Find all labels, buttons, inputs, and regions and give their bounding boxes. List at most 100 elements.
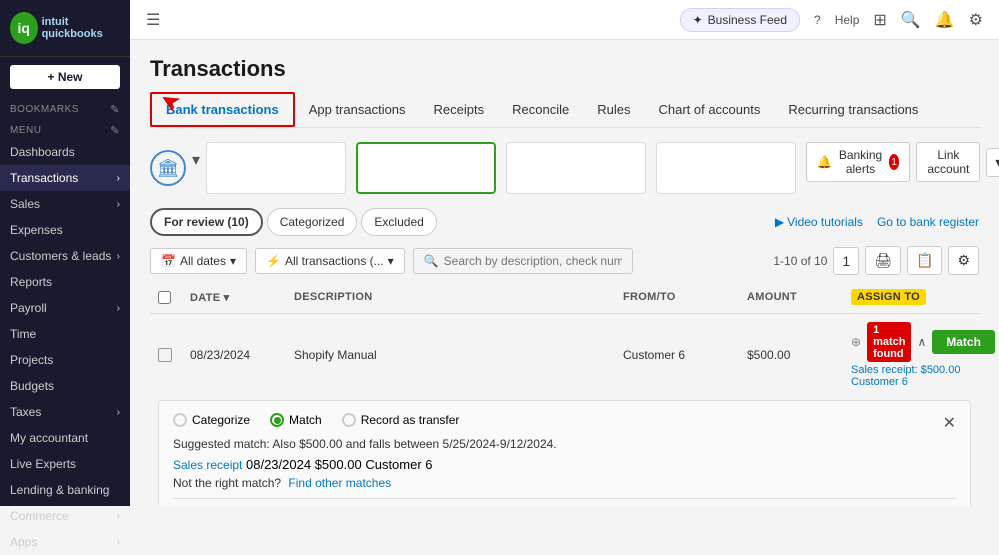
sidebar-item-dashboards[interactable]: Dashboards	[0, 139, 130, 165]
sidebar-item-payroll[interactable]: Payroll ›	[0, 295, 130, 321]
sidebar-item-customers[interactable]: Customers & leads ›	[0, 243, 130, 269]
page-number-btn[interactable]: 1	[833, 247, 859, 275]
table-row-wrapper-1: 08/23/2024 Shopify Manual Customer 6 $50…	[150, 314, 979, 506]
print-icon-btn[interactable]: 🖨	[865, 246, 901, 275]
chevron-right-icon: ›	[117, 407, 120, 418]
radio-record-transfer[interactable]: Record as transfer	[342, 413, 460, 427]
search-icon[interactable]: 🔍	[901, 10, 921, 30]
chevron-right-icon: ›	[117, 173, 120, 184]
logo-label: intuit quickbooks	[42, 16, 120, 40]
sidebar-item-label: Budgets	[10, 379, 54, 393]
tab-chart-of-accounts[interactable]: Chart of accounts	[644, 92, 774, 127]
all-dates-select[interactable]: 📅 All dates ▾	[150, 248, 247, 274]
bank-register-link[interactable]: Go to bank register	[877, 215, 979, 229]
sidebar-item-sales[interactable]: Sales ›	[0, 191, 130, 217]
match-badge[interactable]: 1 match found	[867, 322, 911, 362]
filter-tab-for-review[interactable]: For review (10)	[150, 208, 263, 236]
settings-icon-btn[interactable]: ⚙	[948, 246, 979, 275]
radio-label-transfer: Record as transfer	[361, 413, 460, 427]
radio-categorize[interactable]: Categorize	[173, 413, 250, 427]
receipt-customer: Customer 6	[365, 457, 432, 472]
chevron-up-icon: ∧	[917, 335, 926, 349]
help-icon[interactable]: ?	[814, 13, 821, 27]
topbar-left: ☰	[146, 10, 160, 30]
logo-icon: iq	[10, 12, 38, 44]
search-bar: 📅 All dates ▾ ⚡ All transactions (... ▾ …	[150, 246, 979, 275]
sidebar-item-commerce[interactable]: Commerce ›	[0, 503, 130, 529]
sidebar-item-reports[interactable]: Reports	[0, 269, 130, 295]
link-account-button[interactable]: Link account	[916, 142, 980, 182]
logo-area: iq intuit quickbooks	[0, 0, 130, 57]
account-card-4[interactable]	[656, 142, 796, 194]
gear-icon[interactable]: ⚙	[969, 10, 983, 30]
sidebar-item-my-accountant[interactable]: My accountant	[0, 425, 130, 451]
close-icon[interactable]: ✕	[943, 413, 956, 433]
banking-alerts-label: Banking alerts	[836, 148, 885, 176]
tab-recurring[interactable]: Recurring transactions	[774, 92, 932, 127]
help-text[interactable]: Help	[835, 13, 860, 27]
row-checkbox[interactable]	[158, 348, 186, 362]
sidebar-item-projects[interactable]: Projects	[0, 347, 130, 373]
search-input[interactable]	[444, 254, 622, 268]
account-section: ➤ 🏛 ▾ 🔔 Banking alerts 1	[150, 142, 979, 194]
receipt-link[interactable]: Sales receipt	[173, 458, 242, 472]
header-amount: AMOUNT	[747, 291, 847, 307]
radio-circle-match	[270, 413, 284, 427]
link-account-chevron[interactable]: ▾	[986, 148, 999, 177]
bookmarks-label: BOOKMARKS	[10, 104, 79, 115]
filter-tab-categorized[interactable]: Categorized	[267, 208, 358, 236]
sidebar-item-apps[interactable]: Apps ›	[0, 529, 130, 555]
sidebar-item-transactions[interactable]: Transactions ›	[0, 165, 130, 191]
tab-app-transactions[interactable]: App transactions	[295, 92, 420, 127]
sidebar-item-label: Expenses	[10, 223, 63, 237]
match-info: Sales receipt: $500.00 Customer 6	[851, 364, 971, 388]
all-transactions-select[interactable]: ⚡ All transactions (... ▾	[255, 248, 405, 274]
radio-label-categorize: Categorize	[192, 413, 250, 427]
business-feed-button[interactable]: ✦ Business Feed	[680, 8, 800, 32]
grid-icon[interactable]: ⊞	[873, 10, 886, 30]
radio-match[interactable]: Match	[270, 413, 322, 427]
hamburger-icon[interactable]: ☰	[146, 10, 160, 30]
menu-edit-icon[interactable]: ✎	[110, 124, 120, 137]
sidebar-item-budgets[interactable]: Budgets	[0, 373, 130, 399]
radio-options: Categorize Match Record as transfer	[173, 413, 943, 427]
tab-receipts[interactable]: Receipts	[420, 92, 499, 127]
sidebar-item-lending[interactable]: Lending & banking	[0, 477, 130, 503]
export-icon-btn[interactable]: 📋	[907, 246, 942, 275]
page-content: Transactions Bank transactions App trans…	[130, 40, 999, 506]
filter-tab-excluded[interactable]: Excluded	[361, 208, 436, 236]
tab-reconcile[interactable]: Reconcile	[498, 92, 583, 127]
tab-rules[interactable]: Rules	[583, 92, 644, 127]
video-tutorials-link[interactable]: ▶ Video tutorials	[775, 215, 863, 229]
sidebar-item-label: Transactions	[10, 171, 78, 185]
new-button[interactable]: + New	[10, 65, 120, 89]
find-other-matches-link[interactable]: Find other matches	[288, 476, 391, 490]
sidebar-item-live-experts[interactable]: Live Experts	[0, 451, 130, 477]
account-card-2[interactable]	[356, 142, 496, 194]
radio-circle-transfer	[342, 413, 356, 427]
banking-alerts-button[interactable]: 🔔 Banking alerts 1	[806, 142, 910, 182]
account-card-3[interactable]	[506, 142, 646, 194]
calendar-icon: 📅	[161, 254, 176, 268]
account-chevron[interactable]: ▾	[192, 150, 200, 170]
filter-links: ▶ Video tutorials Go to bank register	[775, 215, 979, 229]
main-area: ☰ ✦ Business Feed ? Help ⊞ 🔍 🔔 ⚙ Transac…	[130, 0, 999, 506]
chevron-right-icon: ›	[117, 537, 120, 548]
chevron-right-icon: ›	[117, 199, 120, 210]
bookmarks-edit-icon[interactable]: ✎	[110, 103, 120, 116]
sidebar-item-expenses[interactable]: Expenses	[0, 217, 130, 243]
select-all-checkbox[interactable]	[158, 291, 171, 304]
chevron-right-icon: ›	[117, 511, 120, 522]
bell-icon[interactable]: 🔔	[935, 10, 955, 30]
sidebar-item-taxes[interactable]: Taxes ›	[0, 399, 130, 425]
suggested-text: Suggested match: Also $500.00 and falls …	[173, 437, 956, 451]
sidebar-item-time[interactable]: Time	[0, 321, 130, 347]
sidebar-item-label: Payroll	[10, 301, 47, 315]
match-button[interactable]: Match	[932, 330, 995, 354]
sidebar-item-label: My accountant	[10, 431, 88, 445]
sidebar-item-label: Projects	[10, 353, 53, 367]
header-from-to: FROM/TO	[623, 291, 743, 307]
account-card-1[interactable]	[206, 142, 346, 194]
match-icon: ⊕	[851, 335, 861, 349]
tab-bank-transactions[interactable]: Bank transactions	[150, 92, 295, 127]
